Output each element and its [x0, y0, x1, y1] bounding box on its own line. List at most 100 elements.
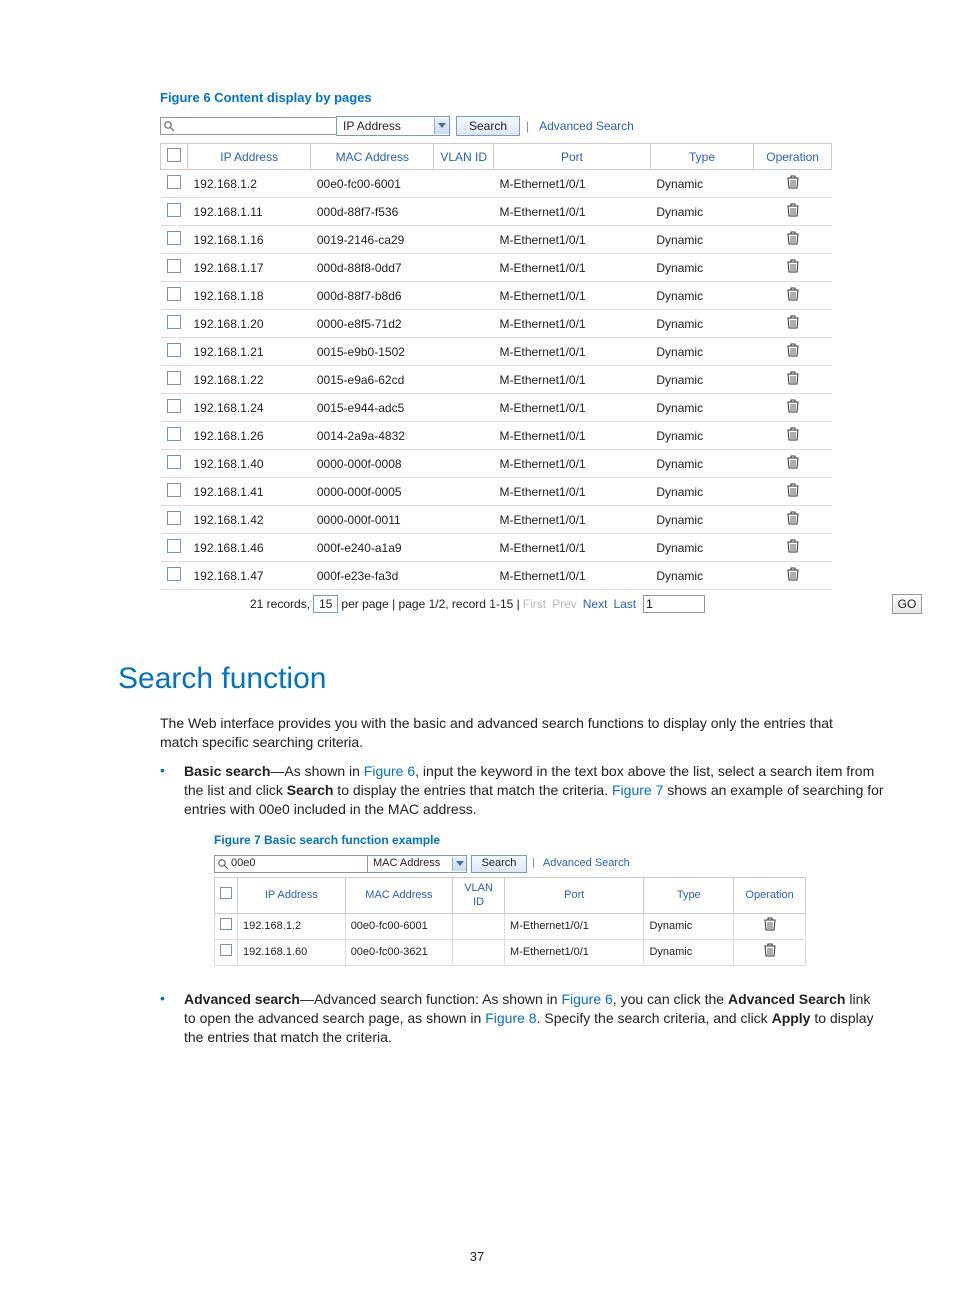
th-mac[interactable]: MAC Address — [311, 144, 434, 170]
figure7-caption: Figure 7 Basic search function example — [214, 832, 884, 848]
table-row: 192.168.1.260014-2a9a-4832M-Ethernet1/0/… — [161, 422, 832, 450]
cell-vlan — [434, 226, 494, 254]
trash-icon[interactable] — [764, 917, 776, 931]
cell-mac: 0000-e8f5-71d2 — [311, 310, 434, 338]
per-page-text: per page | page 1/2, record 1-15 | — [341, 597, 519, 611]
cell-mac: 0000-000f-0011 — [311, 506, 434, 534]
th-type[interactable]: Type — [650, 144, 753, 170]
cell-mac: 000f-e240-a1a9 — [311, 534, 434, 562]
th-ip[interactable]: IP Address — [188, 144, 311, 170]
link-figure-6[interactable]: Figure 6 — [364, 763, 415, 779]
row-checkbox[interactable] — [167, 175, 181, 189]
trash-icon[interactable] — [787, 511, 799, 525]
figure6-table: IP Address MAC Address VLAN ID Port Type… — [160, 143, 832, 590]
th-mac[interactable]: MAC Address — [345, 877, 452, 914]
trash-icon[interactable] — [787, 315, 799, 329]
fig7-dropdown[interactable]: MAC Address — [367, 855, 467, 873]
cell-vlan — [434, 562, 494, 590]
pager-last[interactable]: Last — [613, 597, 636, 611]
th-vlan[interactable]: VLAN ID — [453, 877, 505, 914]
row-checkbox[interactable] — [167, 455, 181, 469]
row-checkbox[interactable] — [167, 567, 181, 581]
cell-type: Dynamic — [650, 478, 753, 506]
trash-icon[interactable] — [787, 343, 799, 357]
row-checkbox[interactable] — [220, 944, 232, 956]
trash-icon[interactable] — [787, 567, 799, 581]
cell-port: M-Ethernet1/0/1 — [494, 310, 651, 338]
fig7-advanced-search-link[interactable]: Advanced Search — [543, 856, 630, 871]
trash-icon[interactable] — [787, 399, 799, 413]
cell-vlan — [434, 478, 494, 506]
link-figure-8[interactable]: Figure 8 — [485, 1010, 536, 1026]
cell-ip: 192.168.1.18 — [188, 282, 311, 310]
th-port[interactable]: Port — [505, 877, 644, 914]
table-row: 192.168.1.240015-e944-adc5M-Ethernet1/0/… — [161, 394, 832, 422]
search-button[interactable]: Search — [456, 116, 520, 136]
table-row: 192.168.1.400000-000f-0008M-Ethernet1/0/… — [161, 450, 832, 478]
row-checkbox[interactable] — [167, 203, 181, 217]
select-all-checkbox[interactable] — [220, 887, 232, 899]
row-checkbox[interactable] — [167, 399, 181, 413]
link-figure-7[interactable]: Figure 7 — [612, 782, 663, 798]
trash-icon[interactable] — [787, 539, 799, 553]
go-button[interactable]: GO — [892, 594, 922, 614]
trash-icon[interactable] — [787, 371, 799, 385]
row-checkbox[interactable] — [167, 371, 181, 385]
row-checkbox[interactable] — [167, 315, 181, 329]
cell-mac: 000f-e23e-fa3d — [311, 562, 434, 590]
section-title: Search function — [118, 662, 884, 696]
select-all-checkbox[interactable] — [167, 148, 181, 162]
fig7-search-input-wrap[interactable]: 00e0 — [214, 855, 368, 873]
cell-type: Dynamic — [650, 198, 753, 226]
cell-type: Dynamic — [650, 254, 753, 282]
link-figure-6b[interactable]: Figure 6 — [561, 991, 612, 1007]
row-checkbox[interactable] — [167, 511, 181, 525]
th-ip[interactable]: IP Address — [238, 877, 346, 914]
search-input-wrap[interactable] — [160, 117, 337, 135]
pager-next[interactable]: Next — [583, 597, 608, 611]
search-field-dropdown[interactable]: IP Address — [336, 116, 450, 136]
cell-vlan — [434, 366, 494, 394]
row-checkbox[interactable] — [167, 483, 181, 497]
cell-port: M-Ethernet1/0/1 — [494, 506, 651, 534]
trash-icon[interactable] — [764, 943, 776, 957]
trash-icon[interactable] — [787, 455, 799, 469]
bullet-basic-search: Basic search—As shown in Figure 6, input… — [184, 762, 884, 966]
cell-port: M-Ethernet1/0/1 — [494, 366, 651, 394]
row-checkbox[interactable] — [167, 539, 181, 553]
trash-icon[interactable] — [787, 231, 799, 245]
cell-port: M-Ethernet1/0/1 — [494, 226, 651, 254]
cell-vlan — [434, 422, 494, 450]
row-checkbox[interactable] — [167, 231, 181, 245]
cell-port: M-Ethernet1/0/1 — [494, 394, 651, 422]
figure6-caption: Figure 6 Content display by pages — [160, 90, 884, 105]
th-vlan[interactable]: VLAN ID — [434, 144, 494, 170]
trash-icon[interactable] — [787, 175, 799, 189]
cell-vlan — [434, 338, 494, 366]
trash-icon[interactable] — [787, 483, 799, 497]
table-row: 192.168.1.210015-e9b0-1502M-Ethernet1/0/… — [161, 338, 832, 366]
row-checkbox[interactable] — [167, 259, 181, 273]
trash-icon[interactable] — [787, 259, 799, 273]
cell-port: M-Ethernet1/0/1 — [494, 534, 651, 562]
cell-type: Dynamic — [650, 422, 753, 450]
row-checkbox[interactable] — [167, 287, 181, 301]
row-checkbox[interactable] — [167, 427, 181, 441]
per-page-dropdown[interactable]: 15 — [313, 595, 338, 613]
table-row: 192.168.1.420000-000f-0011M-Ethernet1/0/… — [161, 506, 832, 534]
advanced-search-link[interactable]: Advanced Search — [539, 119, 634, 133]
cell-port: M-Ethernet1/0/1 — [494, 338, 651, 366]
page-number-input[interactable] — [643, 595, 705, 613]
th-port[interactable]: Port — [494, 144, 651, 170]
trash-icon[interactable] — [787, 203, 799, 217]
table-row: 192.168.1.200e0-fc00-6001M-Ethernet1/0/1… — [161, 170, 832, 198]
th-op: Operation — [734, 877, 806, 914]
trash-icon[interactable] — [787, 287, 799, 301]
cell-type: Dynamic — [650, 562, 753, 590]
row-checkbox[interactable] — [167, 343, 181, 357]
th-type[interactable]: Type — [644, 877, 734, 914]
row-checkbox[interactable] — [220, 918, 232, 930]
table-row: 192.168.1.160019-2146-ca29M-Ethernet1/0/… — [161, 226, 832, 254]
fig7-search-button[interactable]: Search — [471, 855, 527, 873]
trash-icon[interactable] — [787, 427, 799, 441]
